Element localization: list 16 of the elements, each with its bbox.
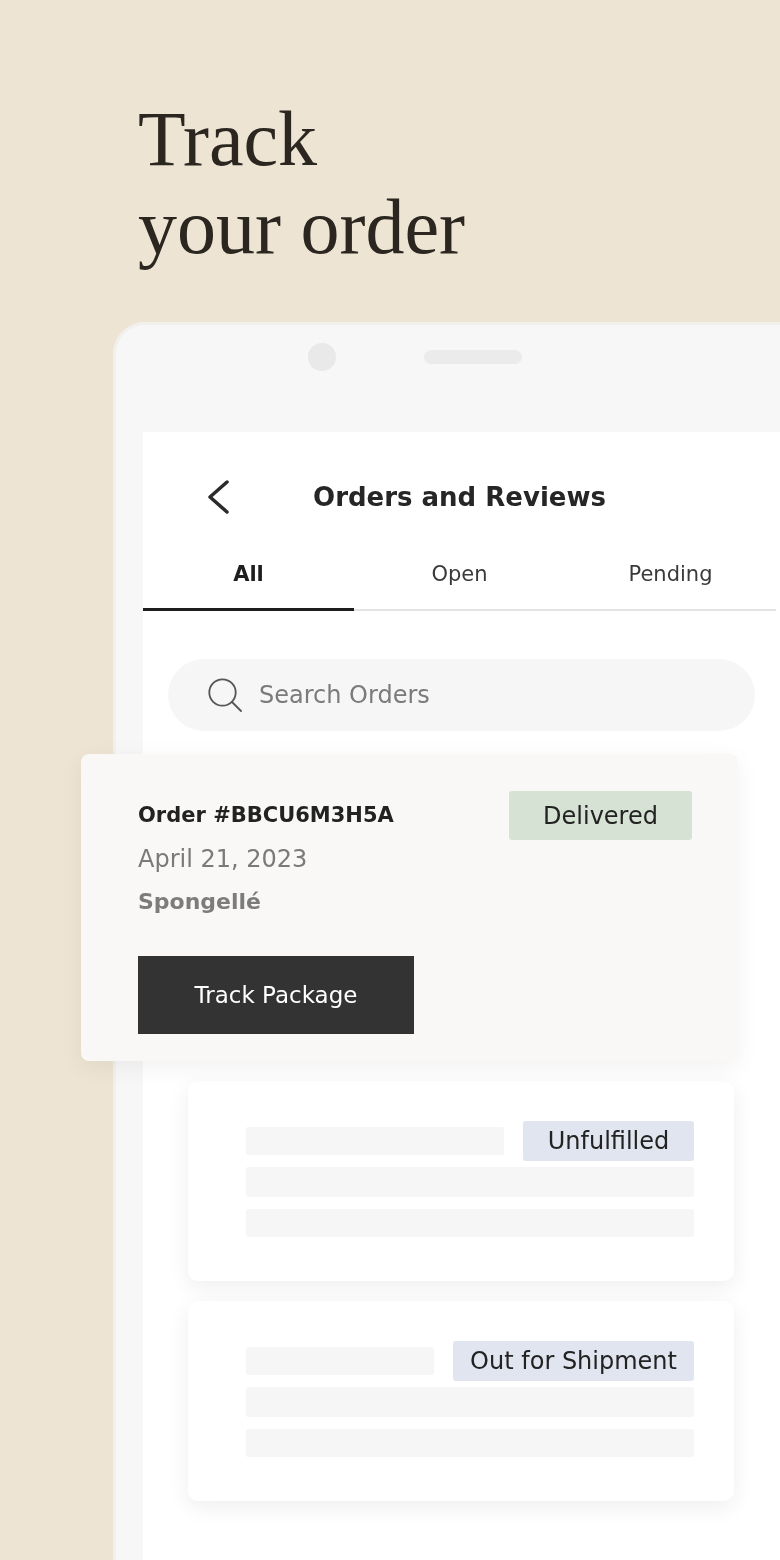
tab[interactable]: Open xyxy=(354,522,565,611)
status-badge: Out for Shipment xyxy=(453,1341,694,1381)
search-icon xyxy=(208,678,242,712)
seller-name: Spongellé xyxy=(138,888,262,916)
headline: Track your order xyxy=(138,95,467,271)
screen-title: Orders and Reviews xyxy=(313,481,606,514)
track-package-button[interactable]: Track Package xyxy=(138,956,414,1034)
order-date: April 21, 2023 xyxy=(138,844,308,875)
status-badge: Unfulfilled xyxy=(523,1121,694,1161)
search-field[interactable]: Search Orders xyxy=(168,659,755,731)
tab[interactable]: Pending xyxy=(565,522,776,611)
back-button[interactable] xyxy=(205,479,231,515)
order-number: Order #BBCU6M3H5A xyxy=(138,802,394,829)
chevron-left-icon xyxy=(205,479,231,515)
status-badge: Delivered xyxy=(509,791,692,840)
tab[interactable]: All xyxy=(143,522,354,611)
